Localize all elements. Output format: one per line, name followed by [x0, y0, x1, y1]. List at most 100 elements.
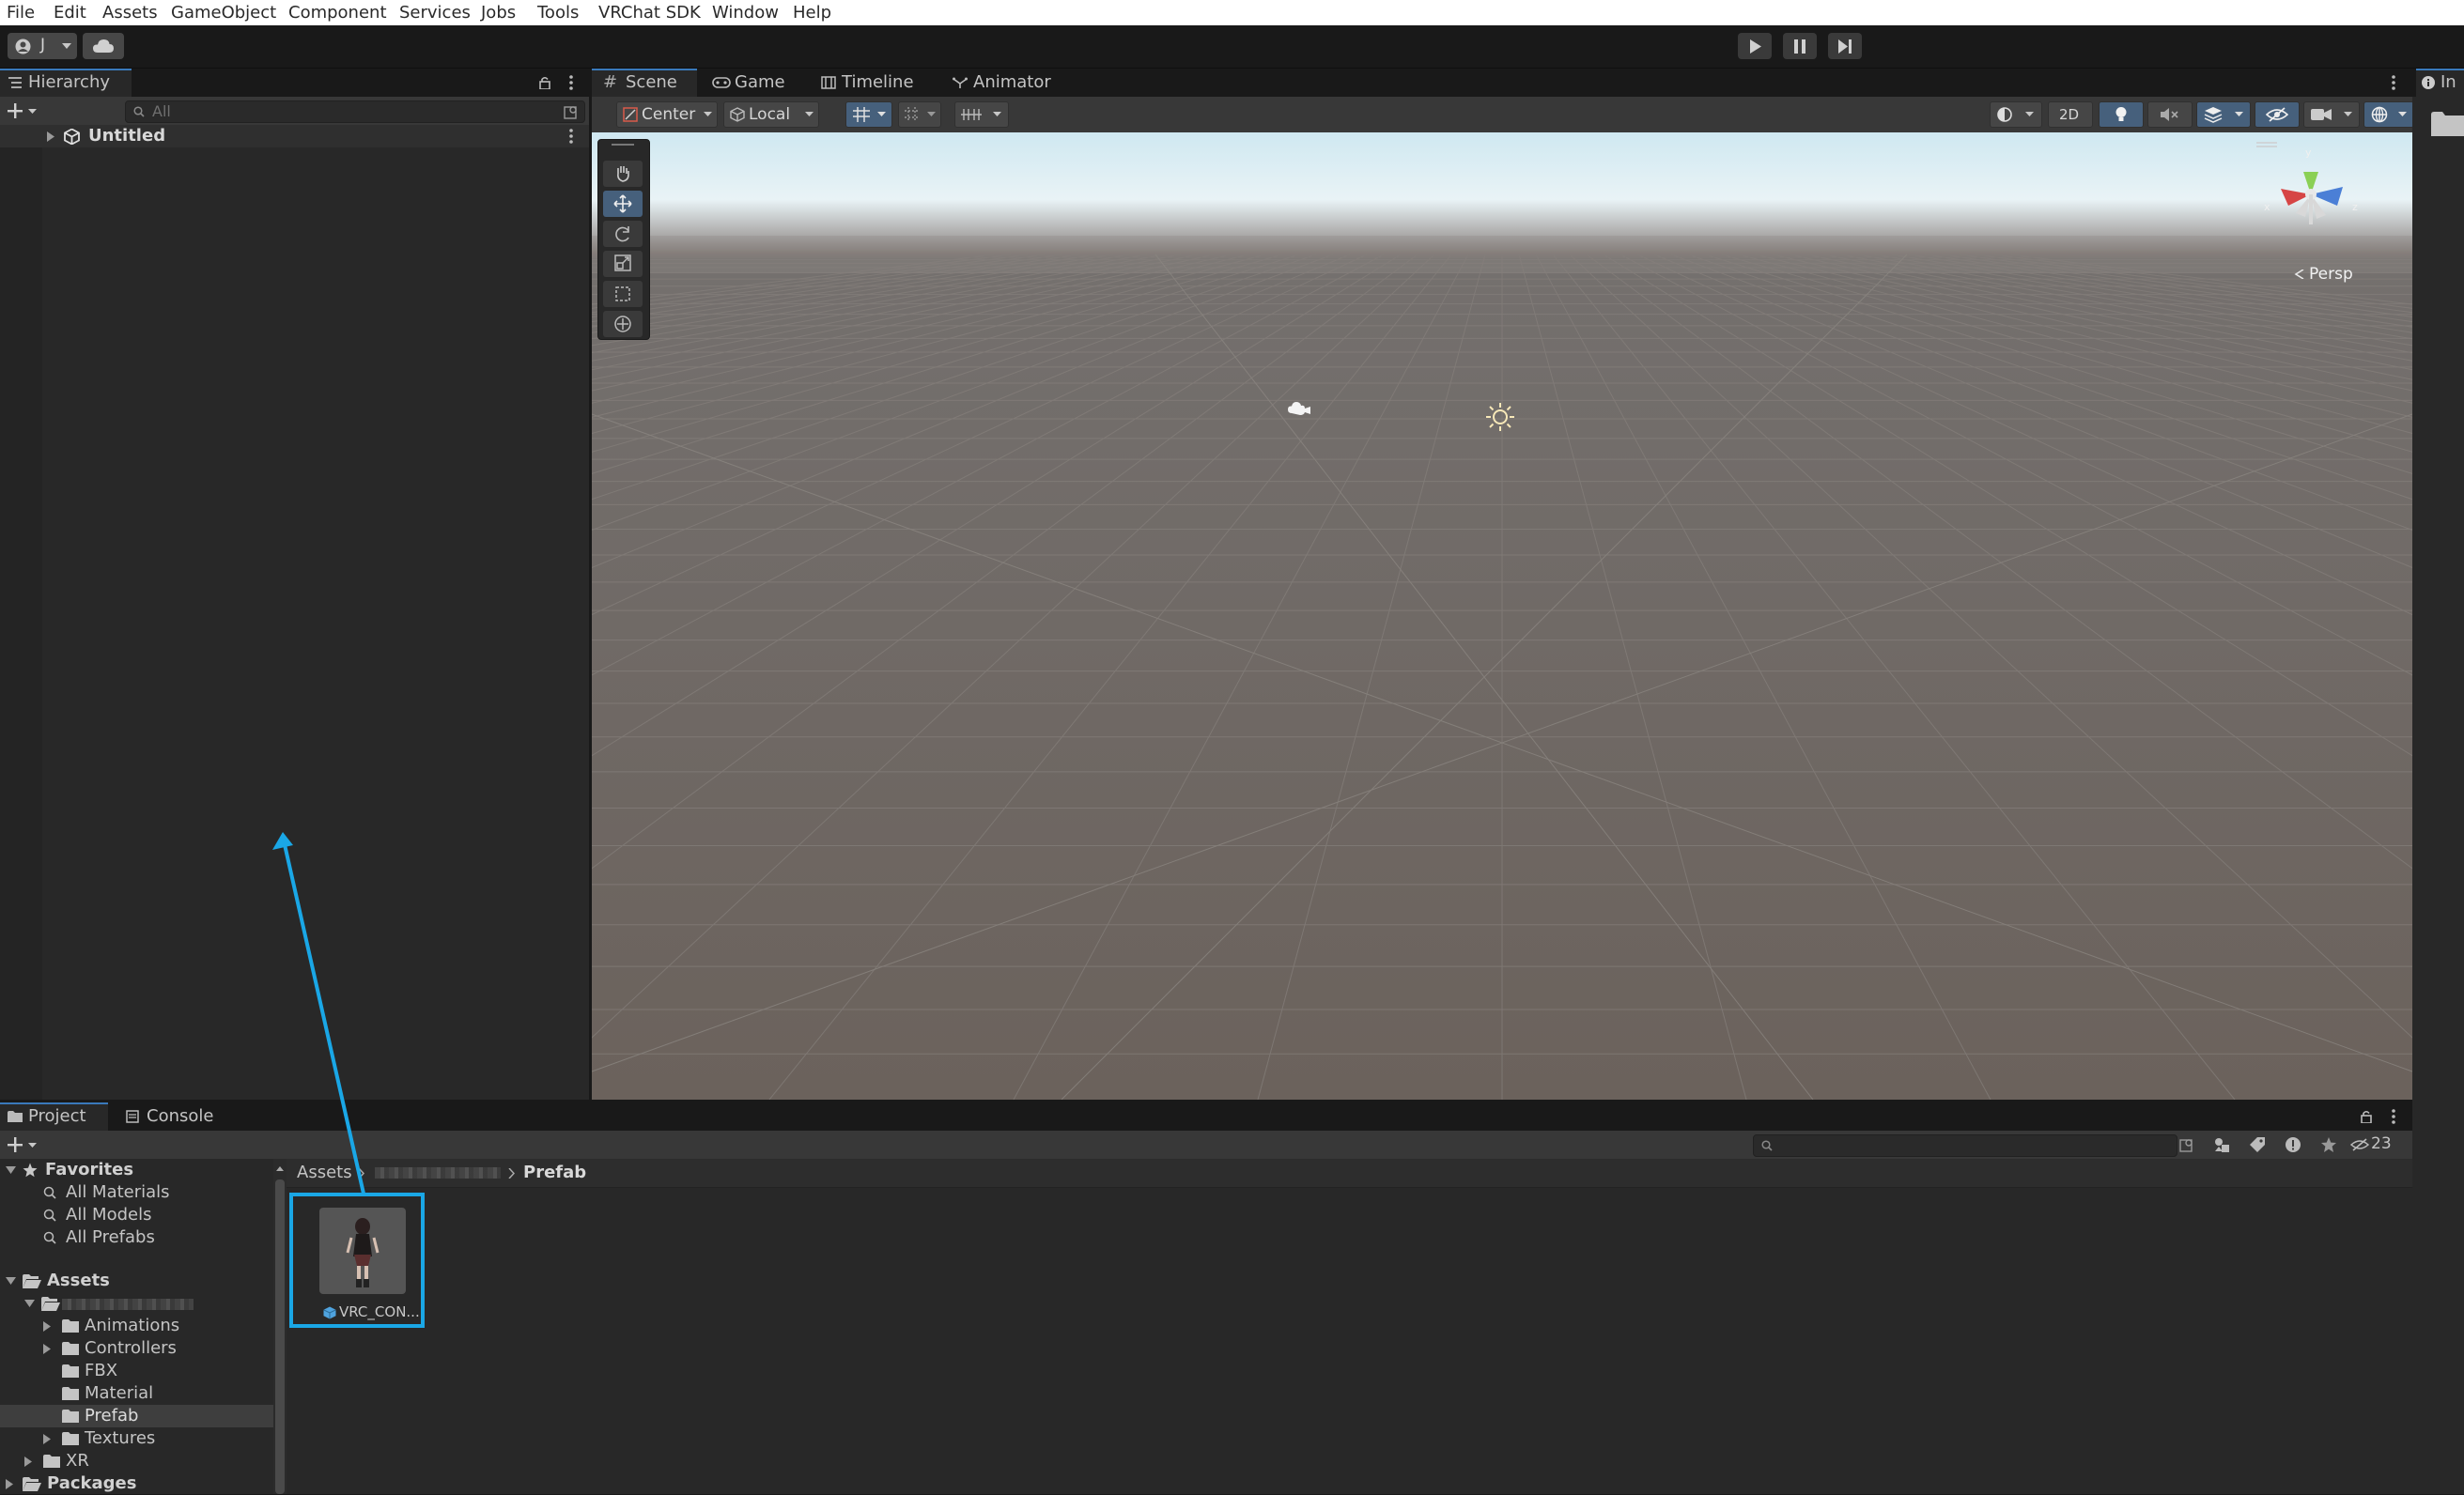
chevron-right-icon[interactable]: [6, 1479, 13, 1489]
light-gizmo-icon[interactable]: [1483, 400, 1517, 434]
tree-favorite-item[interactable]: All Prefabs: [0, 1226, 273, 1249]
tree-folder[interactable]: Animations: [0, 1315, 273, 1337]
lighting-toggle[interactable]: [2099, 101, 2144, 128]
tab-inspector[interactable]: In: [2416, 69, 2464, 97]
pivot-rotation-dropdown[interactable]: Local: [723, 101, 819, 128]
chevron-down-icon[interactable]: [24, 1300, 35, 1307]
menu-vrchat-sdk[interactable]: VRChat SDK: [598, 0, 701, 25]
lock-icon[interactable]: [2361, 1110, 2372, 1123]
star-icon[interactable]: [2320, 1136, 2337, 1153]
shading-mode-dropdown[interactable]: [1990, 101, 2042, 128]
rect-tool[interactable]: [603, 281, 643, 307]
kebab-menu-icon[interactable]: [569, 129, 573, 144]
tree-favorite-item[interactable]: All Materials: [0, 1181, 273, 1204]
account-button[interactable]: J: [8, 33, 77, 59]
grid-snap-toggle[interactable]: [845, 101, 892, 128]
search-filter-icon[interactable]: [2179, 1137, 2194, 1152]
gizmos-dropdown[interactable]: [2363, 101, 2414, 128]
drag-handle[interactable]: [612, 144, 634, 146]
tree-folder-selected[interactable]: Prefab: [0, 1405, 273, 1427]
grid-visibility-toggle[interactable]: [954, 101, 1009, 128]
rotate-tool[interactable]: [603, 221, 643, 247]
tree-favorites[interactable]: Favorites: [0, 1159, 273, 1181]
kebab-menu-icon[interactable]: [2392, 1109, 2395, 1124]
filter-by-type-icon[interactable]: [2213, 1136, 2230, 1153]
filter-by-log-type-icon[interactable]: [2285, 1136, 2301, 1153]
hand-tool[interactable]: [603, 161, 643, 187]
scale-tool[interactable]: [603, 251, 643, 277]
chevron-down-icon[interactable]: [6, 1166, 16, 1174]
project-create-button[interactable]: [6, 1134, 43, 1155]
menu-file[interactable]: File: [7, 0, 35, 25]
chevron-right-icon[interactable]: [43, 1344, 51, 1354]
pivot-mode-dropdown[interactable]: Center: [616, 101, 718, 128]
create-button[interactable]: [6, 100, 43, 121]
camera-gizmo-icon[interactable]: [1288, 400, 1310, 417]
tab-scene[interactable]: # Scene: [592, 69, 697, 97]
breadcrumb-assets[interactable]: Assets: [297, 1163, 352, 1182]
menu-services[interactable]: Services: [399, 0, 471, 25]
2d-toggle[interactable]: 2D: [2048, 101, 2093, 128]
lock-icon[interactable]: [539, 76, 550, 89]
chevron-up-icon[interactable]: [276, 1166, 284, 1171]
tab-hierarchy[interactable]: Hierarchy: [0, 69, 132, 97]
menu-edit[interactable]: Edit: [54, 0, 86, 25]
asset-thumbnail: [319, 1208, 406, 1294]
tree-folder[interactable]: FBX: [0, 1360, 273, 1382]
play-button[interactable]: [1738, 33, 1772, 59]
scrollbar-thumb[interactable]: [275, 1179, 285, 1494]
step-button[interactable]: [1828, 33, 1862, 59]
axis-gizmo-icon: [2281, 172, 2343, 224]
scene-viewport[interactable]: y x z Persp: [592, 132, 2412, 1100]
menu-tools[interactable]: Tools: [537, 0, 579, 25]
projection-toggle[interactable]: Persp: [2294, 265, 2369, 285]
chevron-right-icon[interactable]: [43, 1434, 51, 1444]
filter-by-label-icon[interactable]: [2249, 1136, 2266, 1153]
tab-game[interactable]: Game: [712, 69, 802, 97]
tree-folder[interactable]: XR: [0, 1450, 273, 1472]
menu-gameobject[interactable]: GameObject: [171, 0, 276, 25]
tab-animator[interactable]: Animator: [953, 69, 1084, 97]
tree-folder[interactable]: Controllers: [0, 1337, 273, 1360]
tree-assets[interactable]: Assets: [0, 1270, 273, 1292]
tree-folder[interactable]: Textures: [0, 1427, 273, 1450]
camera-dropdown[interactable]: [2303, 101, 2360, 128]
menu-assets[interactable]: Assets: [102, 0, 158, 25]
scene-visibility-toggle[interactable]: [2255, 101, 2300, 128]
tab-timeline[interactable]: Timeline: [821, 69, 943, 97]
menu-component[interactable]: Component: [288, 0, 387, 25]
tree-folder[interactable]: Material: [0, 1382, 273, 1405]
cloud-button[interactable]: [83, 33, 124, 59]
chevron-right-icon[interactable]: [43, 1321, 51, 1332]
kebab-menu-icon[interactable]: [569, 75, 573, 90]
project-search-input[interactable]: [1753, 1134, 2177, 1157]
chevron-right-icon[interactable]: [24, 1456, 32, 1467]
effects-toggle[interactable]: [2196, 101, 2251, 128]
orientation-gizmo[interactable]: y x z: [2262, 146, 2365, 249]
gizmo-menu-handle[interactable]: [2256, 142, 2277, 144]
search-filter-icon[interactable]: [564, 104, 579, 119]
menu-help[interactable]: Help: [793, 0, 831, 25]
tree-favorite-item[interactable]: All Models: [0, 1204, 273, 1226]
tab-console[interactable]: Console: [124, 1102, 232, 1131]
scene-row[interactable]: Untitled: [0, 125, 589, 147]
tab-project[interactable]: Project: [0, 1102, 108, 1131]
pause-button[interactable]: [1783, 33, 1817, 59]
audio-toggle[interactable]: [2147, 101, 2193, 128]
increment-snap-toggle[interactable]: [898, 101, 941, 128]
redacted-breadcrumb[interactable]: [375, 1167, 501, 1179]
kebab-menu-icon[interactable]: [2392, 75, 2395, 90]
hierarchy-search-input[interactable]: All: [125, 100, 585, 123]
tree-packages[interactable]: Packages: [0, 1472, 273, 1495]
packages-label: Packages: [47, 1473, 137, 1493]
move-tool[interactable]: [603, 191, 643, 217]
tree-scrollbar[interactable]: [273, 1159, 287, 1494]
transform-tool[interactable]: [603, 311, 643, 337]
tree-redacted-folder[interactable]: [0, 1292, 273, 1315]
menu-jobs[interactable]: Jobs: [481, 0, 516, 25]
hidden-packages-toggle[interactable]: 23: [2348, 1133, 2405, 1156]
chevron-down-icon[interactable]: [6, 1277, 16, 1285]
chevron-right-icon[interactable]: [47, 131, 54, 142]
asset-tile[interactable]: VRC_CON...: [311, 1200, 420, 1322]
menu-window[interactable]: Window: [712, 0, 779, 25]
